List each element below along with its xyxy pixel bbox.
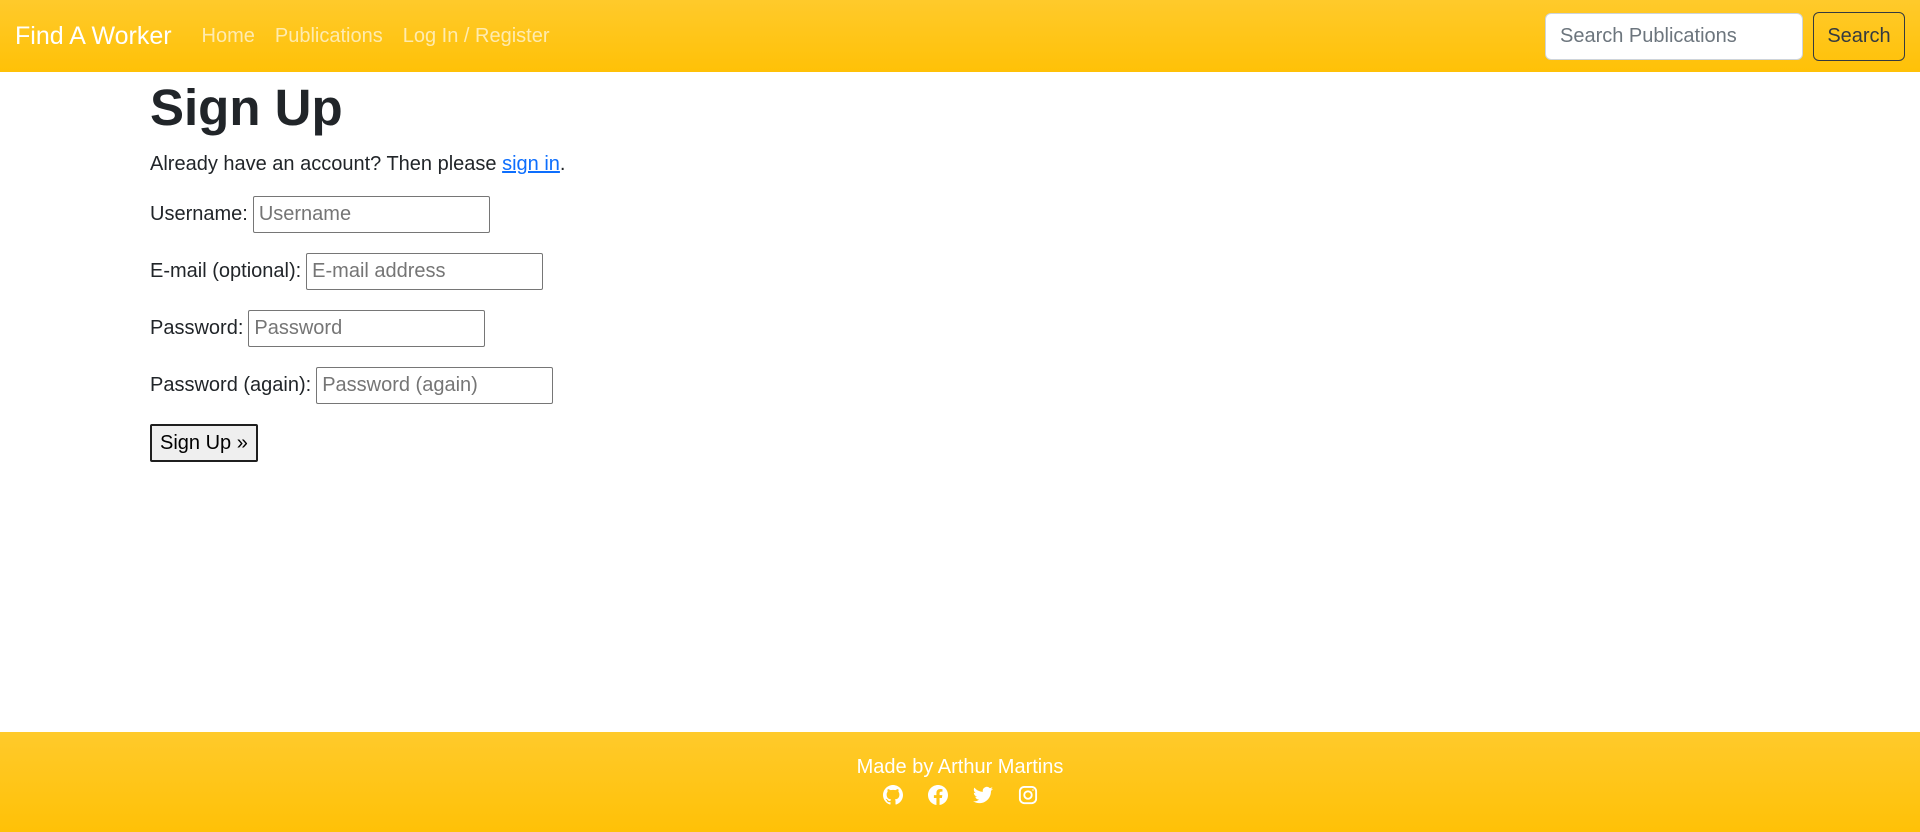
github-icon[interactable] xyxy=(882,785,903,805)
footer: Made by Arthur Martins xyxy=(0,732,1920,832)
password-label: Password: xyxy=(150,317,244,339)
twitter-icon[interactable] xyxy=(972,785,993,805)
password-field[interactable] xyxy=(248,310,486,347)
signup-form: Username: E-mail (optional): Password: P… xyxy=(150,196,565,462)
email-row: E-mail (optional): xyxy=(150,253,565,290)
signin-prompt-suffix: . xyxy=(559,153,566,175)
username-field[interactable] xyxy=(252,196,490,233)
email-field[interactable] xyxy=(306,253,544,290)
nav-link-login-register[interactable]: Log In / Register xyxy=(403,25,550,48)
username-label: Username: xyxy=(150,203,248,225)
sign-in-link[interactable]: sign in xyxy=(502,153,560,175)
top-navbar: Find A Worker Home Publications Log In /… xyxy=(0,0,1920,72)
password-again-label: Password (again): xyxy=(150,374,312,396)
signin-prompt-prefix: Already have an account? Then please xyxy=(150,153,503,175)
username-row: Username: xyxy=(150,196,565,233)
sign-up-button[interactable]: Sign Up » xyxy=(150,424,258,462)
footer-credit: Made by Arthur Martins xyxy=(856,756,1064,778)
facebook-icon[interactable] xyxy=(927,785,948,805)
password-again-field[interactable] xyxy=(316,367,554,404)
social-links xyxy=(882,785,1038,805)
brand-logo-link[interactable]: Find A Worker xyxy=(15,22,172,51)
search-input[interactable] xyxy=(1545,12,1803,60)
email-label: E-mail (optional): xyxy=(150,260,302,282)
nav-link-publications[interactable]: Publications xyxy=(275,25,383,48)
signin-prompt: Already have an account? Then please sig… xyxy=(150,150,565,178)
password-row: Password: xyxy=(150,310,565,347)
instagram-icon[interactable] xyxy=(1018,785,1038,805)
page-title: Sign Up xyxy=(150,79,343,136)
search-button[interactable]: Search xyxy=(1813,11,1905,61)
main-content: Sign Up Already have an account? Then pl… xyxy=(150,72,565,462)
password-again-row: Password (again): xyxy=(150,367,565,404)
nav-link-home[interactable]: Home xyxy=(202,25,255,48)
